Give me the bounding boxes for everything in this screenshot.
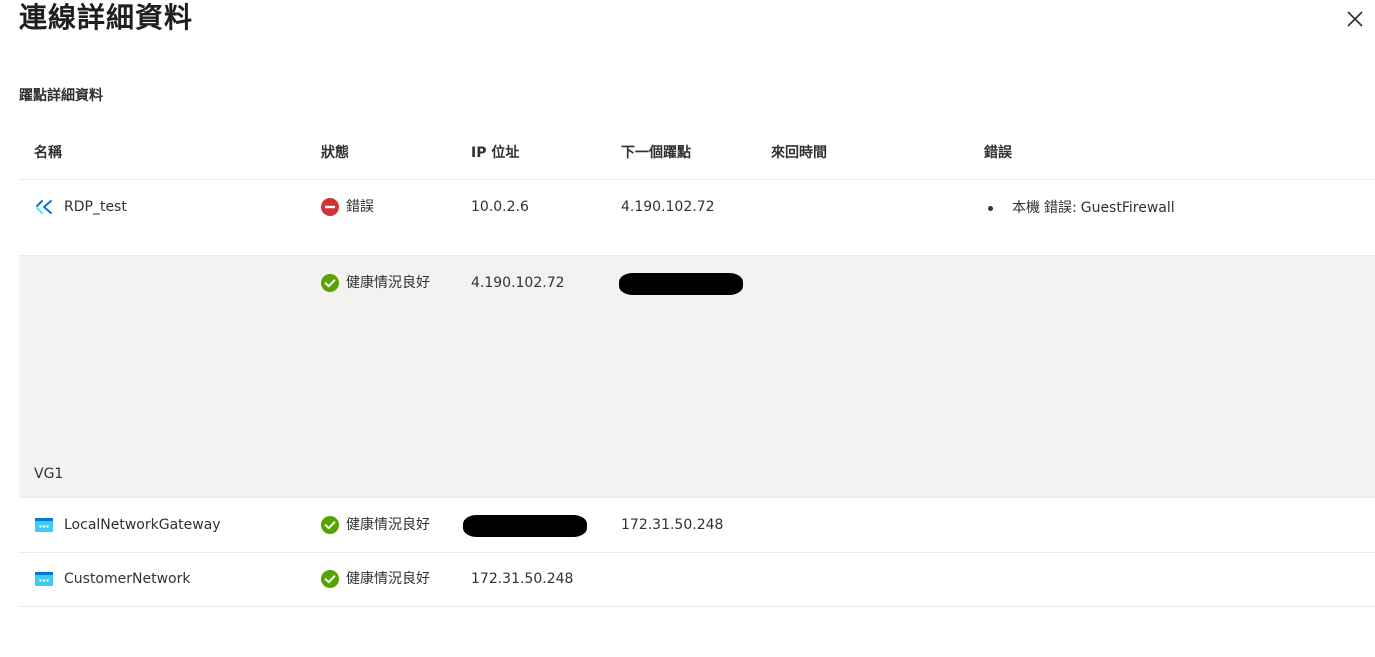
hop-status: 健康情況良好 [346,571,430,587]
section-title: 躍點詳細資料 [19,88,103,104]
hop-ip: 172.31.50.248 [471,571,574,587]
healthy-check-icon [321,516,339,534]
network-gateway-icon [34,515,54,535]
hop-status: 健康情況良好 [346,517,430,533]
healthy-check-icon [321,274,339,292]
hop-status-cell: 健康情況良好 [321,273,430,293]
hop-ip: 4.190.102.72 [471,275,565,291]
vm-connection-icon [34,197,54,217]
list-bullet [988,205,993,211]
hop-error-label: 錯誤: [1044,200,1077,216]
column-header-error[interactable]: 錯誤 [984,143,1012,163]
hop-status: 錯誤 [346,199,374,215]
column-header-status[interactable]: 狀態 [321,143,349,163]
hop-name-cell: CustomerNetwork [34,569,190,589]
hop-error-value: GuestFirewall [1080,200,1175,216]
hop-status-cell: 健康情況良好 [321,515,430,535]
error-icon [321,198,339,216]
hop-name-cell: RDP_test [34,197,127,217]
hop-name: VG1 [34,466,64,482]
hop-error-scope: 本機 [1012,200,1040,216]
table-header-row: 名稱 狀態 IP 位址 下一個躍點 來回時間 錯誤 [19,127,1375,180]
close-icon [1347,11,1363,27]
redacted-next-hop [619,273,743,295]
hop-name: CustomerNetwork [64,571,191,587]
hop-next-hop: 4.190.102.72 [621,199,715,215]
hop-status: 健康情況良好 [346,275,430,291]
close-button[interactable] [1343,7,1367,31]
table-row[interactable]: LocalNetworkGateway 健康情況良好 172.31.50.248 [19,498,1375,553]
hop-name: RDP_test [64,199,127,215]
hop-name: LocalNetworkGateway [64,517,221,533]
column-header-name[interactable]: 名稱 [34,143,62,163]
hop-status-cell: 錯誤 [321,197,374,217]
table-row[interactable]: CustomerNetwork 健康情況良好 172.31.50.248 [19,553,1375,607]
dialog-title: 連線詳細資料 [19,1,194,34]
redacted-ip [463,515,587,537]
healthy-check-icon [321,570,339,588]
network-gateway-icon [34,569,54,589]
hop-status-cell: 健康情況良好 [321,569,430,589]
column-header-rtt[interactable]: 來回時間 [771,143,827,163]
table-row[interactable]: RDP_test 錯誤 10.0.2.6 4.190.102.72 本機 錯誤:… [19,180,1375,256]
hop-name-cell: LocalNetworkGateway [34,515,221,535]
hop-next-hop: 172.31.50.248 [621,517,724,533]
hop-error-list: 本機 錯誤: GuestFirewall [984,198,1175,218]
table-row[interactable]: VG1 健康情況良好 4.190.102.72 [19,256,1375,498]
column-header-ip[interactable]: IP 位址 [471,143,519,163]
column-header-next-hop[interactable]: 下一個躍點 [621,143,691,163]
hop-ip: 10.0.2.6 [471,199,529,215]
